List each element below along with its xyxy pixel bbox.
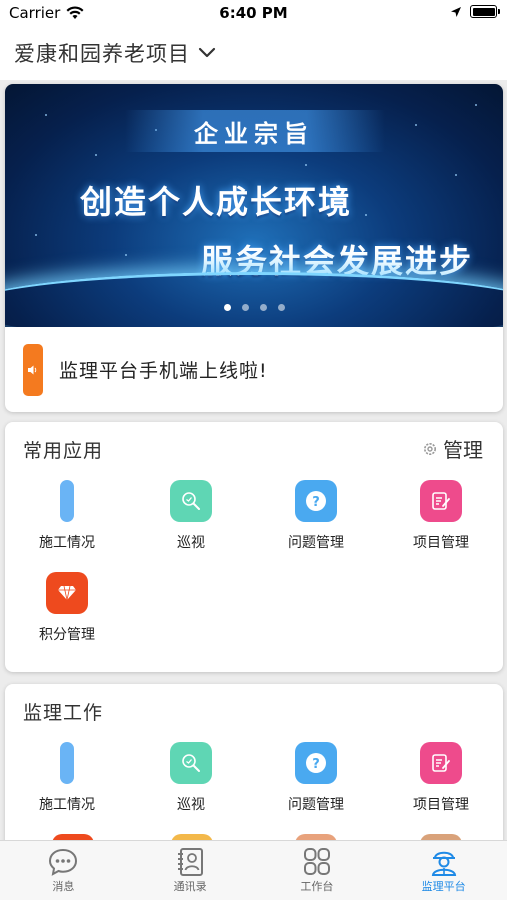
tab-messages[interactable]: 消息: [0, 841, 127, 900]
construction-icon: [60, 480, 74, 522]
banner-card: 企业宗旨 创造个人成长环境 服务社会发展进步 监理平台手机端上线啦!: [5, 84, 503, 412]
construction-icon: [60, 742, 74, 784]
chat-icon: [49, 848, 78, 876]
inspect-icon: [170, 480, 212, 522]
project-selector-title[interactable]: 爱康和园养老项目: [14, 38, 190, 68]
work-project-management[interactable]: 项目管理: [379, 742, 503, 814]
battery-icon: [470, 5, 500, 18]
app-inspection[interactable]: 巡视: [129, 480, 253, 552]
carousel-indicator[interactable]: [5, 304, 503, 311]
app-project-management[interactable]: 项目管理: [379, 480, 503, 552]
banner-carousel[interactable]: 企业宗旨 创造个人成长环境 服务社会发展进步: [5, 84, 503, 327]
app-points-management[interactable]: 积分管理: [5, 572, 129, 644]
chevron-down-icon[interactable]: [198, 44, 216, 62]
banner-slogan-line1: 创造个人成长环境: [80, 183, 353, 221]
app-label: 积分管理: [39, 627, 95, 643]
tab-label: 监理平台: [421, 880, 466, 893]
tab-label: 工作台: [300, 880, 334, 893]
tab-label: 消息: [52, 880, 75, 893]
header: 爱康和园养老项目: [0, 26, 507, 80]
inspect-icon: [170, 742, 212, 784]
app-label: 施工情况: [39, 797, 95, 813]
app-label: 巡视: [177, 797, 205, 813]
status-right: [450, 5, 500, 18]
tab-contacts[interactable]: 通讯录: [127, 841, 254, 900]
grid-icon: [303, 848, 330, 875]
svg-text:?: ?: [312, 757, 320, 772]
supervisor-icon: [431, 851, 456, 876]
manage-label: 管理: [443, 438, 483, 462]
carousel-dot[interactable]: [277, 304, 285, 311]
diamond-icon: [46, 572, 88, 614]
tab-label: 通讯录: [173, 880, 207, 893]
app-label: 问题管理: [288, 535, 344, 551]
app-label: 项目管理: [413, 797, 469, 813]
common-apps-title: 常用应用: [23, 440, 104, 462]
work-construction-status[interactable]: 施工情况: [5, 742, 129, 814]
edit-doc-icon: [420, 480, 462, 522]
question-icon: ?: [295, 742, 337, 784]
app-label: 施工情况: [39, 535, 95, 551]
carousel-dot[interactable]: [223, 304, 231, 311]
svg-text:?: ?: [312, 495, 320, 510]
edit-doc-icon: [420, 742, 462, 784]
app-issue-management[interactable]: ? 问题管理: [254, 480, 378, 552]
common-apps-card: 常用应用 管理 施工情况 巡视 ? 问题管理 项目管理 积分管理: [5, 422, 503, 672]
app-label: 项目管理: [413, 535, 469, 551]
tab-workbench[interactable]: 工作台: [254, 841, 381, 900]
speaker-icon: [23, 343, 43, 396]
banner-tag: 企业宗旨: [194, 120, 314, 148]
contacts-icon: [178, 848, 204, 876]
manage-button[interactable]: 管理: [423, 434, 483, 463]
work-inspection[interactable]: 巡视: [129, 742, 253, 814]
status-bar: Carrier 6:40 PM: [0, 0, 507, 26]
app-construction-status[interactable]: 施工情况: [5, 480, 129, 552]
carousel-dot[interactable]: [259, 304, 267, 311]
supervision-work-title: 监理工作: [23, 702, 104, 724]
location-arrow-icon: [451, 6, 461, 17]
tab-bar: 消息 通讯录 工作台 监理平台: [0, 840, 507, 900]
notice-text: 监理平台手机端上线啦!: [59, 360, 268, 382]
question-icon: ?: [295, 480, 337, 522]
gear-icon: [424, 442, 436, 455]
notice-bar[interactable]: 监理平台手机端上线啦!: [5, 327, 503, 412]
status-time: 6:40 PM: [219, 4, 288, 22]
tab-supervision-platform[interactable]: 监理平台: [380, 841, 507, 900]
work-issue-management[interactable]: ? 问题管理: [254, 742, 378, 814]
app-label: 问题管理: [288, 797, 344, 813]
carousel-dot[interactable]: [241, 304, 249, 311]
banner-glow-arc: [5, 272, 503, 327]
app-label: 巡视: [177, 535, 205, 551]
